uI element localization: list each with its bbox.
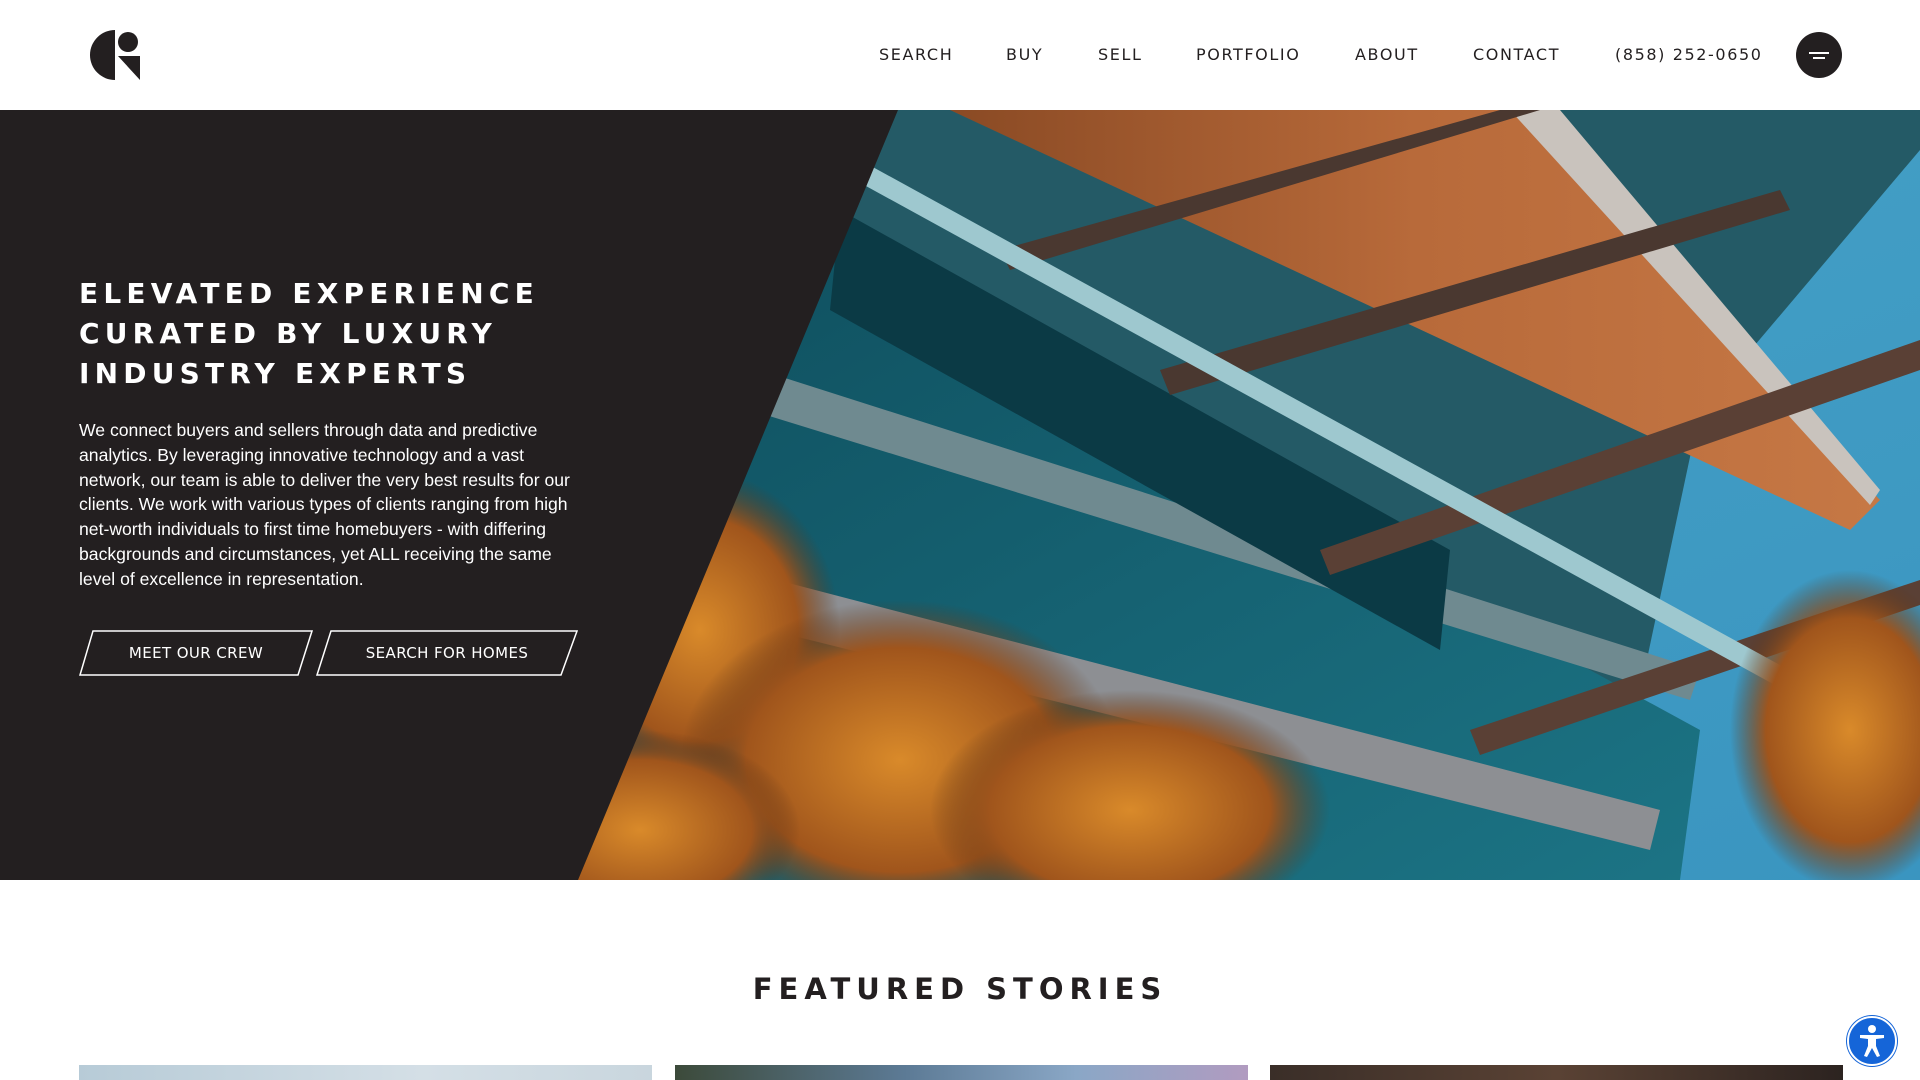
- nav-buy[interactable]: BUY: [1006, 45, 1043, 64]
- nav-contact[interactable]: CONTACT: [1473, 45, 1560, 64]
- hero-title-line: INDUSTRY EXPERTS: [79, 357, 472, 390]
- hero-title: ELEVATED EXPERIENCE CURATED BY LUXURY IN…: [79, 274, 599, 394]
- hero-title-line: CURATED BY LUXURY: [79, 317, 498, 350]
- brand-logo[interactable]: [88, 28, 142, 82]
- featured-stories-heading: FEATURED STORIES: [752, 972, 1168, 1006]
- menu-icon: [1809, 52, 1829, 54]
- search-for-homes-button[interactable]: SEARCH FOR HOMES: [316, 630, 578, 676]
- hero-section: ELEVATED EXPERIENCE CURATED BY LUXURY IN…: [0, 110, 1920, 880]
- accessibility-icon: [1860, 1025, 1884, 1057]
- search-for-homes-label: SEARCH FOR HOMES: [365, 644, 529, 662]
- nav-portfolio[interactable]: PORTFOLIO: [1196, 45, 1300, 64]
- story-card[interactable]: [79, 1065, 652, 1080]
- story-card[interactable]: [675, 1065, 1248, 1080]
- nav-phone[interactable]: (858) 252-0650: [1615, 45, 1763, 64]
- hero-description: We connect buyers and sellers through da…: [79, 420, 570, 589]
- meet-our-crew-button[interactable]: MEET OUR CREW: [79, 630, 313, 676]
- nav-search[interactable]: SEARCH: [879, 45, 953, 64]
- menu-button[interactable]: [1796, 32, 1842, 78]
- site-header: SEARCH BUY SELL PORTFOLIO ABOUT CONTACT …: [0, 0, 1920, 110]
- nav-about[interactable]: ABOUT: [1355, 45, 1419, 64]
- nav-sell[interactable]: SELL: [1098, 45, 1143, 64]
- hero-title-line: ELEVATED EXPERIENCE: [79, 277, 539, 310]
- meet-our-crew-label: MEET OUR CREW: [128, 644, 264, 662]
- accessibility-button[interactable]: [1847, 1016, 1897, 1066]
- menu-icon-line: [1813, 57, 1825, 59]
- story-card[interactable]: [1270, 1065, 1843, 1080]
